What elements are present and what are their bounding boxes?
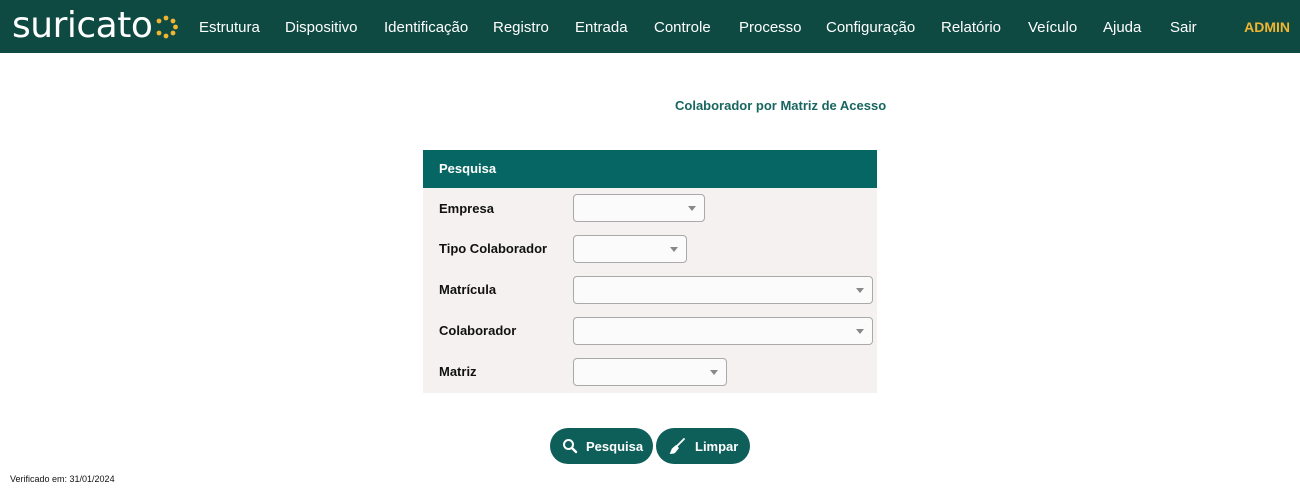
user-name[interactable]: ADMIN (1244, 0, 1290, 53)
chevron-down-icon (710, 370, 718, 375)
nav-ajuda[interactable]: Ajuda (1103, 0, 1141, 53)
panel-header: Pesquisa (423, 150, 877, 188)
search-button-label: Pesquisa (586, 438, 644, 454)
empresa-select[interactable] (573, 194, 705, 222)
chevron-down-icon (670, 247, 678, 252)
nav-dispositivo[interactable]: Dispositivo (285, 0, 358, 53)
search-panel: Pesquisa Empresa Tipo Colaborador Matríc… (423, 150, 877, 393)
logo-text: suricato (12, 5, 153, 46)
broom-icon (669, 438, 685, 454)
chevron-down-icon (856, 329, 864, 334)
logo-dots-icon (156, 15, 179, 39)
matricula-select[interactable] (573, 276, 873, 304)
tipo-colaborador-label: Tipo Colaborador (439, 241, 548, 256)
colaborador-label: Colaborador (439, 323, 517, 338)
top-navbar: suricato Estrutura Dispositivo Identific… (0, 0, 1300, 53)
nav-processo[interactable]: Processo (739, 0, 802, 53)
suricato-logo[interactable]: suricato (12, 3, 179, 49)
nav-registro[interactable]: Registro (493, 0, 549, 53)
clear-button-label: Limpar (695, 438, 739, 454)
nav-sair[interactable]: Sair (1170, 0, 1197, 53)
nav-relatorio[interactable]: Relatório (941, 0, 1001, 53)
nav-controle[interactable]: Controle (654, 0, 711, 53)
page-title: Colaborador por Matriz de Acesso (675, 98, 887, 113)
nav-identificacao[interactable]: Identificação (384, 0, 468, 53)
chevron-down-icon (856, 288, 864, 293)
matriz-label: Matriz (439, 364, 477, 379)
empresa-label: Empresa (439, 201, 494, 216)
nav-configuracao[interactable]: Configuração (826, 0, 915, 53)
nav-estrutura[interactable]: Estrutura (199, 0, 260, 53)
nav-veiculo[interactable]: Veículo (1028, 0, 1077, 53)
nav-entrada[interactable]: Entrada (575, 0, 628, 53)
matriz-select[interactable] (573, 358, 727, 386)
clear-button[interactable]: Limpar (656, 428, 750, 464)
chevron-down-icon (688, 206, 696, 211)
search-button[interactable]: Pesquisa (550, 428, 653, 464)
matricula-label: Matrícula (439, 282, 497, 297)
search-icon (563, 439, 578, 454)
colaborador-select[interactable] (573, 317, 873, 345)
verified-date: Verificado em: 31/01/2024 (10, 474, 115, 484)
tipo-colaborador-select[interactable] (573, 235, 687, 263)
